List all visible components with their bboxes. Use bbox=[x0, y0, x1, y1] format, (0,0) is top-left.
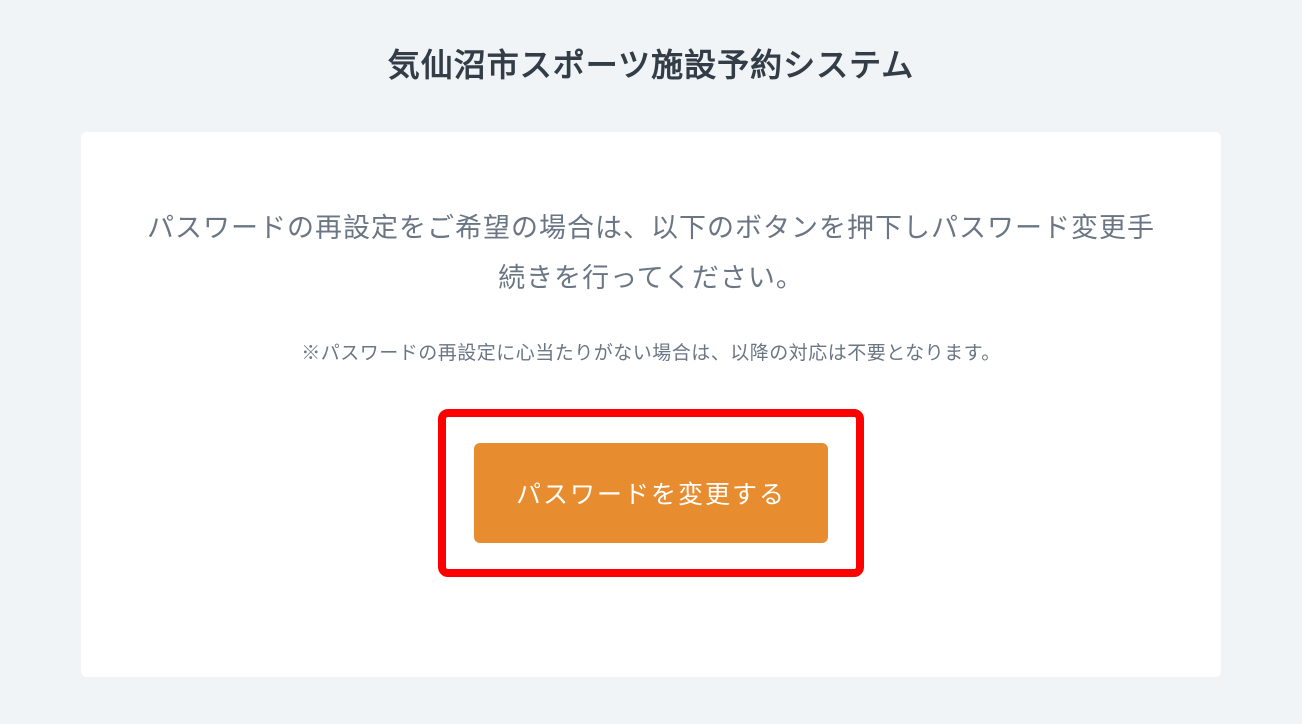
button-highlight-box: パスワードを変更する bbox=[438, 409, 864, 577]
password-reset-card: パスワードの再設定をご希望の場合は、以下のボタンを押下しパスワード変更手続きを行… bbox=[81, 132, 1221, 677]
note-text: ※パスワードの再設定に心当たりがない場合は、以降の対応は不要となります。 bbox=[141, 338, 1161, 365]
change-password-button[interactable]: パスワードを変更する bbox=[474, 443, 828, 543]
page-title: 気仙沼市スポーツ施設予約システム bbox=[0, 40, 1302, 86]
instruction-text: パスワードの再設定をご希望の場合は、以下のボタンを押下しパスワード変更手続きを行… bbox=[141, 204, 1161, 304]
